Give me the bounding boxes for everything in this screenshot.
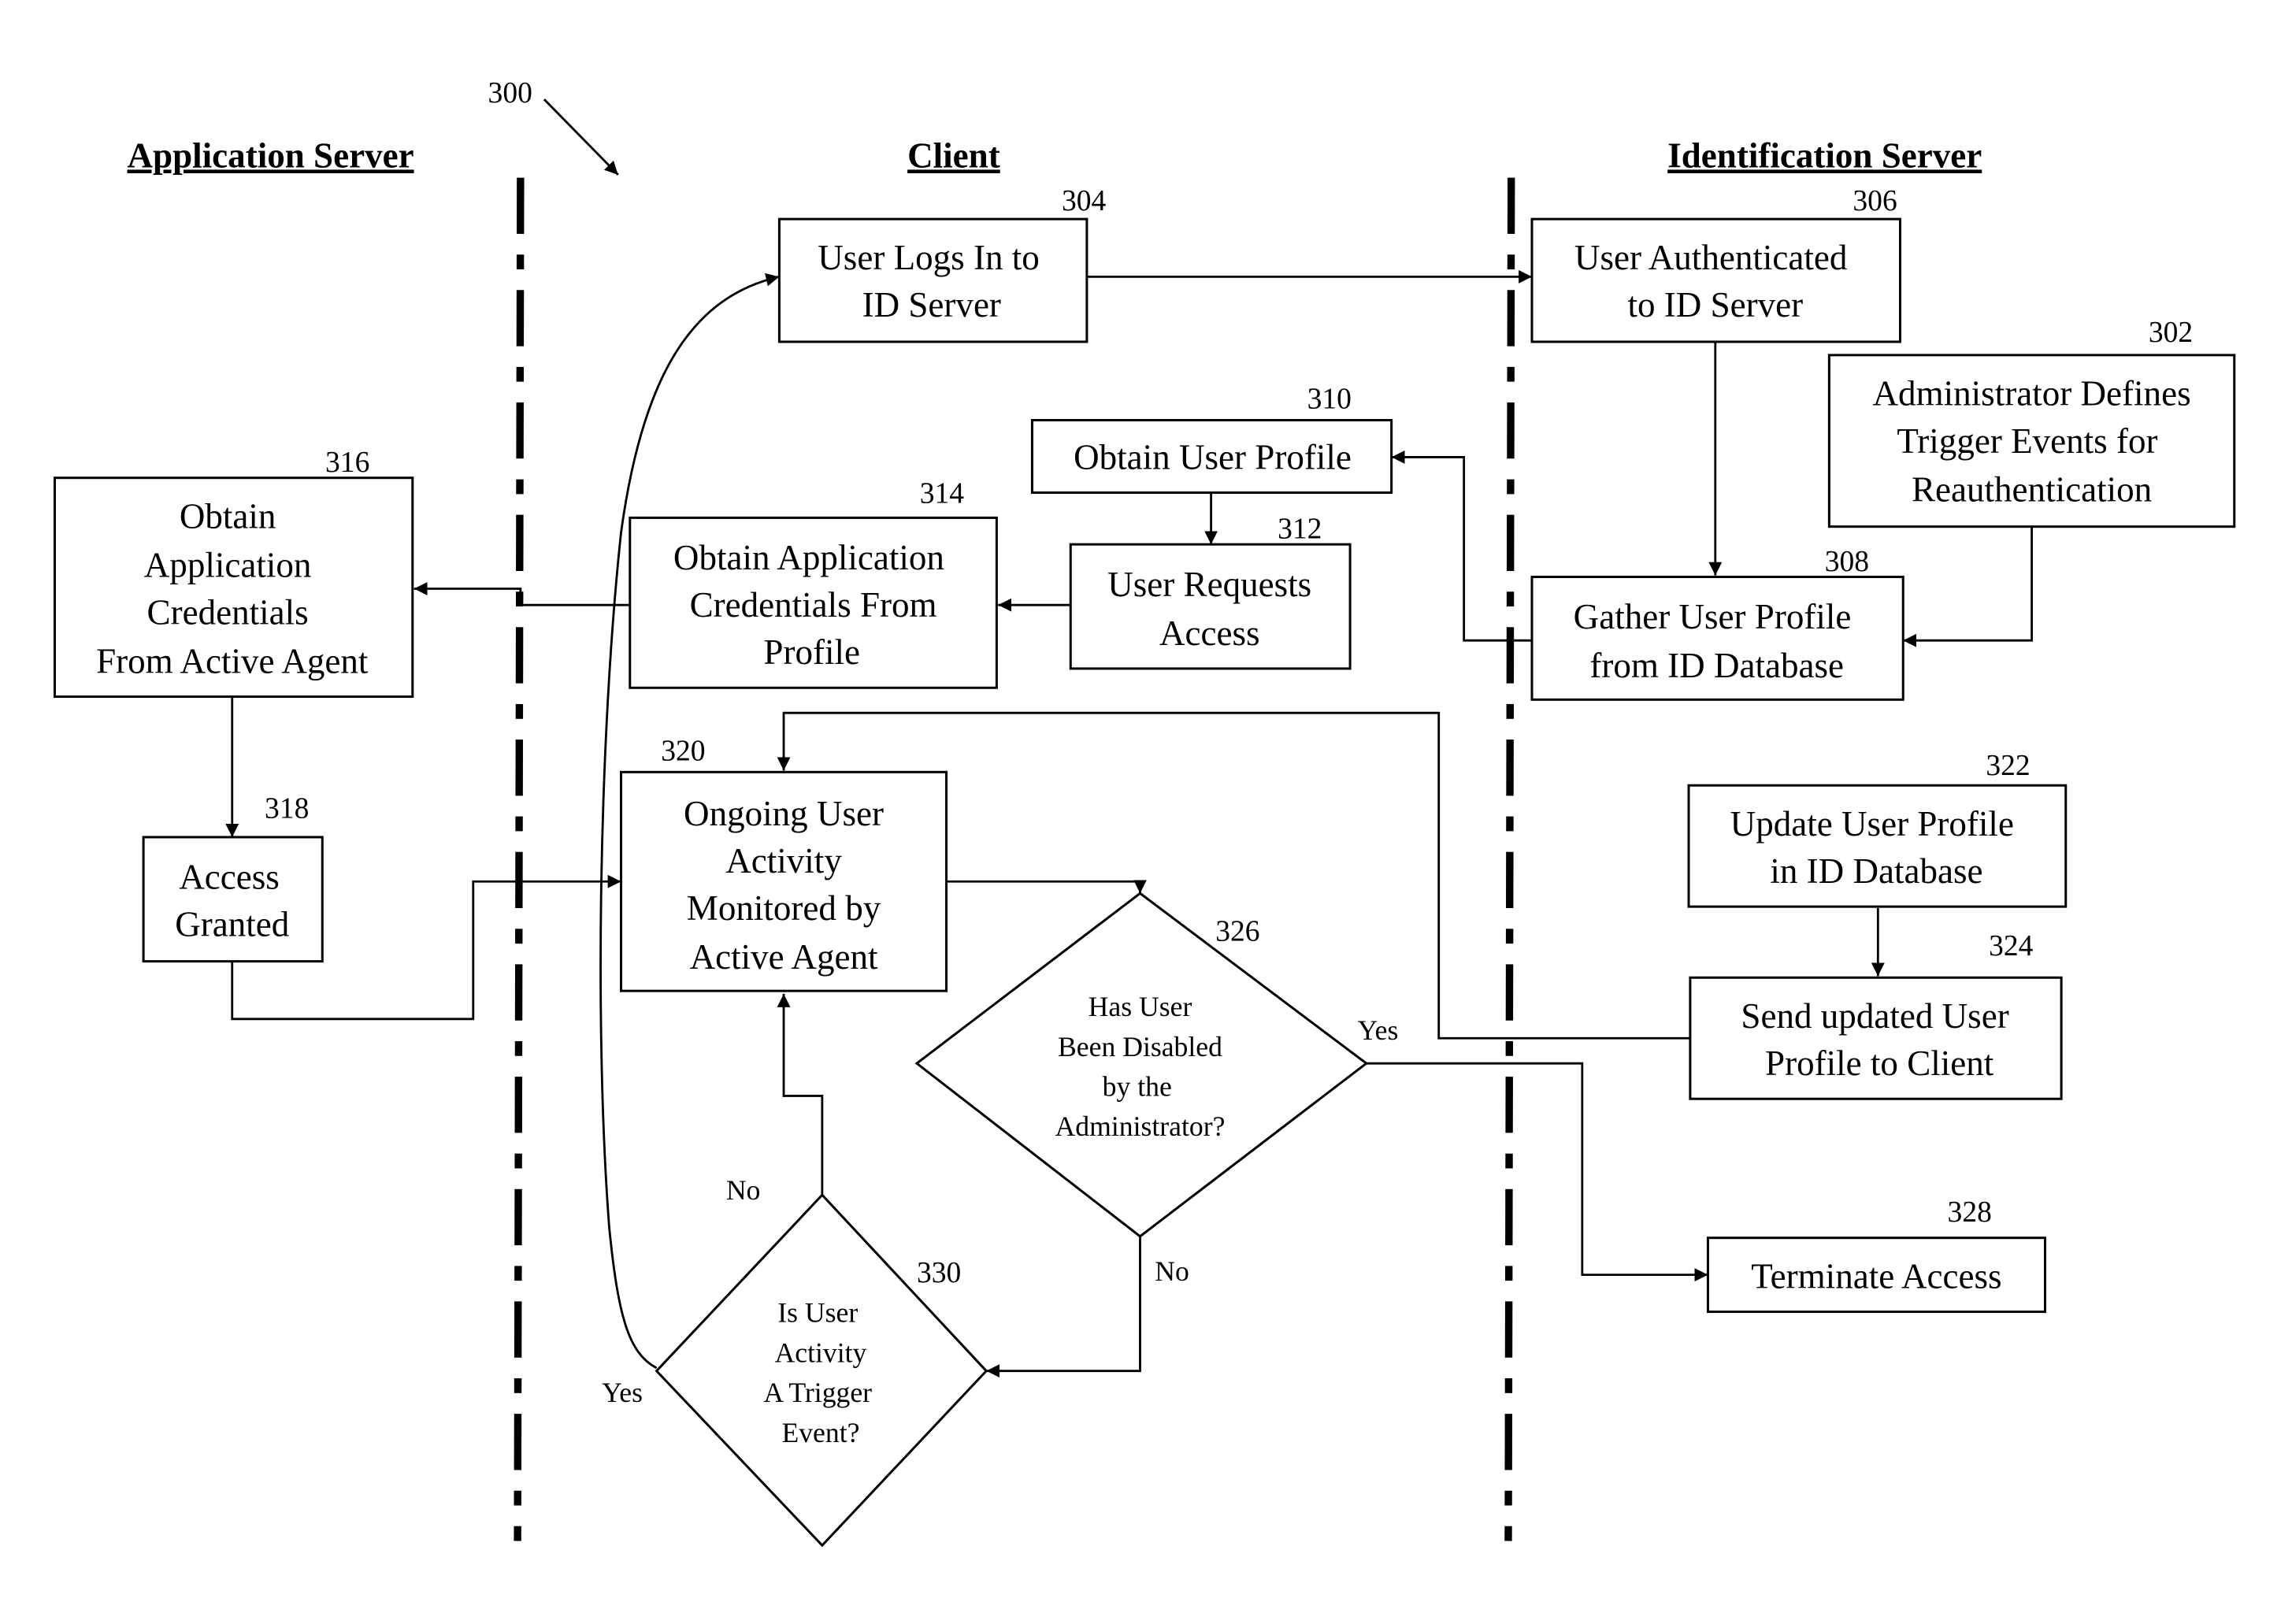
ref-324: 324 (1989, 930, 2034, 962)
edge-326-330-no (986, 1236, 1141, 1378)
ref-308: 308 (1825, 546, 1869, 578)
node-310-text: Obtain User Profile (1074, 437, 1352, 476)
figure-ref: 300 (488, 77, 532, 109)
ref-302: 302 (2149, 317, 2193, 349)
node-310-obtain-user-profile: 310 Obtain User Profile (1030, 383, 1393, 494)
ref-330: 330 (917, 1257, 961, 1289)
edge-label-no-326: No (1155, 1255, 1189, 1287)
node-316-obtain-app-credentials-agent: 316 Obtain Application Credentials From Act… (53, 447, 414, 699)
node-302-text: Administrator Defines Trigger Events for R… (1873, 374, 2191, 510)
node-314-obtain-app-credentials-profile: 314 Obtain Application Credentials From Pr… (629, 478, 998, 689)
ref-322: 322 (1986, 750, 2030, 782)
ref-304: 304 (1062, 185, 1107, 217)
edge-302-308 (1903, 526, 2033, 647)
edge-label-no-330: No (726, 1174, 761, 1206)
ref-318: 318 (265, 793, 309, 825)
node-328-text: Terminate Access (1751, 1257, 2001, 1296)
node-324-send-updated-profile: 324 Send updated User Profile to Client (1689, 930, 2063, 1100)
node-306-user-authenticated: 306 User Authenticated to ID Server (1530, 185, 1901, 343)
ref-310: 310 (1307, 383, 1352, 415)
ref-320: 320 (661, 735, 705, 767)
node-304-user-logs-in: 304 User Logs In to ID Server (777, 185, 1107, 343)
node-322-update-user-profile: 322 Update User Profile in ID Database (1687, 750, 2068, 908)
lane-header-identification-server: Identification Server (1667, 135, 1982, 175)
edge-320-326 (946, 880, 1147, 894)
ref-314: 314 (920, 478, 965, 510)
ref-328: 328 (1948, 1196, 1992, 1229)
ref-306: 306 (1853, 185, 1897, 217)
edge-label-yes-330: Yes (602, 1377, 643, 1408)
lane-header-application-server: Application Server (128, 135, 414, 175)
lane-divider-left (514, 177, 525, 1541)
edge-label-yes-326: Yes (1357, 1014, 1398, 1046)
node-330-trigger-event-decision: 330 Is User Activity A Trigger Event? (655, 1193, 988, 1548)
node-320-ongoing-user-activity: 320 Ongoing User Activity Monitored by Acti… (620, 735, 948, 992)
edge-326-328-yes (1366, 1062, 1708, 1282)
node-326-user-disabled-decision: 326 Has User Been Disabled by the Administr… (914, 892, 1369, 1238)
ref-312: 312 (1278, 514, 1322, 546)
ref-326: 326 (1215, 915, 1259, 947)
edge-330-320-no (777, 993, 824, 1196)
node-302-administrator-defines: 302 Administrator Defines Trigger Events … (1827, 317, 2236, 528)
flowchart-300: 300 Application Server Client Identifica… (53, 77, 2236, 1548)
lane-divider-right (1504, 177, 1515, 1541)
node-308-gather-user-profile: 308 Gather User Profile from ID Database (1530, 546, 1904, 701)
ref-316: 316 (325, 447, 369, 479)
figure-ref-pointer (543, 98, 619, 176)
lane-header-client: Client (907, 135, 1000, 175)
node-328-terminate-access: 328 Terminate Access (1706, 1196, 2046, 1314)
